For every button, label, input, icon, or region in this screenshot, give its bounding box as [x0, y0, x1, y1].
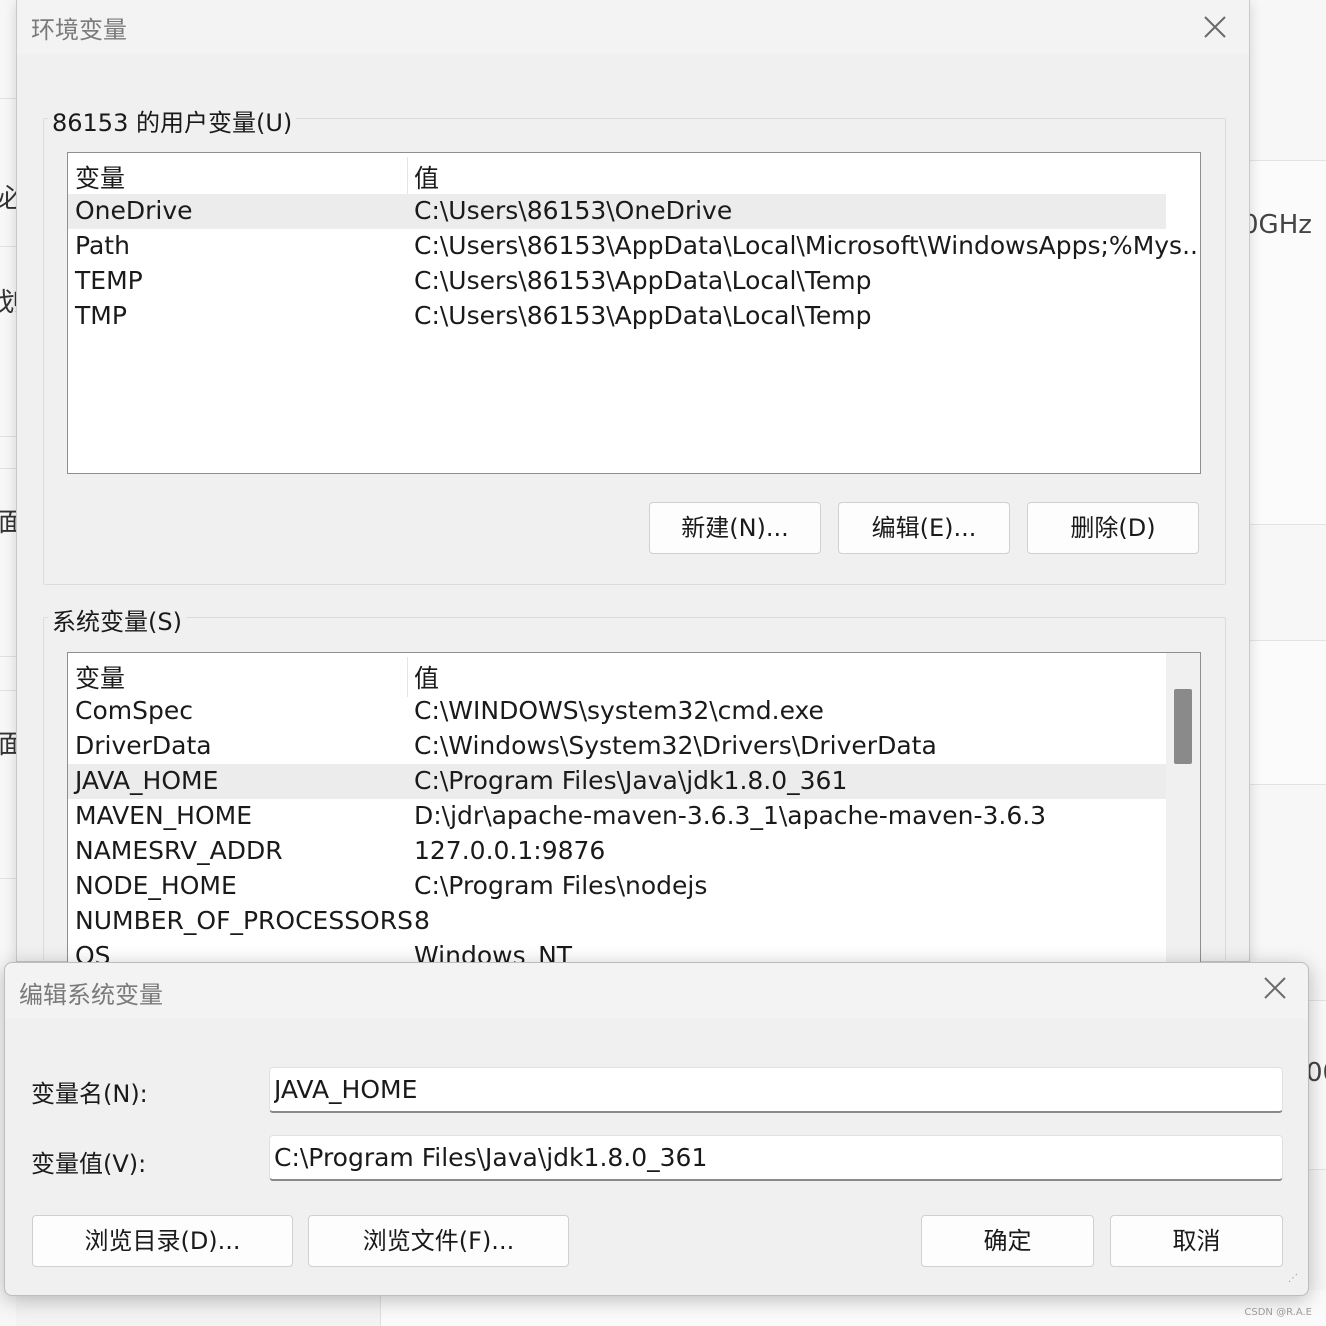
- bg-text-fragment: 必: [0, 184, 16, 214]
- system-variables-list[interactable]: 变量 值 ComSpec C:\WINDOWS\system32\cmd.exe…: [67, 652, 1201, 972]
- ok-button[interactable]: 确定: [921, 1215, 1094, 1267]
- list-header: 变量 值: [68, 157, 1166, 197]
- close-icon: [1204, 16, 1226, 38]
- column-separator: [407, 157, 408, 197]
- dialog-title: 编辑系统变量: [19, 981, 163, 1009]
- browse-directory-button[interactable]: 浏览目录(D)...: [32, 1215, 293, 1267]
- bg-divider: [0, 656, 16, 657]
- bg-text-fragment: 00: [1306, 1058, 1326, 1088]
- close-icon: [1264, 977, 1286, 999]
- table-row[interactable]: DriverData C:\Windows\System32\Drivers\D…: [68, 729, 1166, 764]
- variable-name-label: 变量名(N):: [31, 1080, 148, 1108]
- row-variable-value: 8: [414, 906, 430, 935]
- table-row[interactable]: OneDrive C:\Users\86153\OneDrive: [68, 194, 1166, 229]
- row-variable-value: C:\WINDOWS\system32\cmd.exe: [414, 696, 824, 725]
- system-variables-label: 系统变量(S): [48, 602, 186, 637]
- window-title: 环境变量: [31, 16, 127, 44]
- cancel-button[interactable]: 取消: [1110, 1215, 1283, 1267]
- row-variable-name: NAMESRV_ADDR: [75, 836, 283, 865]
- row-variable-value: C:\Users\86153\AppData\Local\Temp: [414, 301, 872, 330]
- new-user-variable-button[interactable]: 新建(N)...: [649, 502, 821, 554]
- bg-divider: [0, 246, 16, 247]
- table-row[interactable]: NODE_HOME C:\Program Files\nodejs: [68, 869, 1166, 904]
- user-variables-list[interactable]: 变量 值 OneDrive C:\Users\86153\OneDrive Pa…: [67, 152, 1201, 474]
- table-row[interactable]: JAVA_HOME C:\Program Files\Java\jdk1.8.0…: [68, 764, 1166, 799]
- row-variable-name: NODE_HOME: [75, 871, 237, 900]
- row-variable-name: ComSpec: [75, 696, 193, 725]
- row-variable-name: TMP: [75, 301, 127, 330]
- table-row[interactable]: Path C:\Users\86153\AppData\Local\Micros…: [68, 229, 1200, 264]
- table-row[interactable]: MAVEN_HOME D:\jdr\apache-maven-3.6.3_1\a…: [68, 799, 1166, 834]
- vertical-scrollbar[interactable]: [1166, 653, 1200, 971]
- row-variable-value: C:\Users\86153\AppData\Local\Temp: [414, 266, 872, 295]
- row-variable-value: C:\Windows\System32\Drivers\DriverData: [414, 731, 937, 760]
- column-header-value[interactable]: 值: [414, 159, 439, 195]
- close-button[interactable]: [1262, 975, 1288, 1008]
- variable-value-input[interactable]: [269, 1135, 1283, 1181]
- bg-text-fragment: 面: [0, 508, 16, 538]
- column-header-value[interactable]: 值: [414, 659, 439, 695]
- bg-divider: [0, 878, 16, 879]
- row-variable-name: NUMBER_OF_PROCESSORS: [75, 906, 413, 935]
- row-variable-value: 127.0.0.1:9876: [414, 836, 606, 865]
- column-separator: [407, 657, 408, 697]
- user-variables-label: 86153 的用户变量(U): [48, 103, 297, 138]
- row-variable-value: C:\Users\86153\OneDrive: [414, 196, 733, 225]
- row-variable-name: Path: [75, 231, 130, 260]
- bg-divider: [0, 690, 16, 691]
- row-variable-value: C:\Program Files\Java\jdk1.8.0_361: [414, 766, 848, 795]
- table-row[interactable]: NUMBER_OF_PROCESSORS 8: [68, 904, 1166, 939]
- bg-text-fragment: 面: [0, 730, 16, 760]
- delete-user-variable-button[interactable]: 删除(D): [1027, 502, 1199, 554]
- row-variable-name: MAVEN_HOME: [75, 801, 253, 830]
- resize-grip-icon[interactable]: ⋰: [1288, 1274, 1302, 1289]
- close-button[interactable]: [1199, 10, 1231, 42]
- bg-divider: [0, 436, 16, 437]
- variable-name-input[interactable]: [269, 1067, 1283, 1113]
- titlebar: 编辑系统变量: [5, 963, 1308, 1019]
- watermark: CSDN @R.A.E: [1244, 1307, 1312, 1318]
- variable-value-label: 变量值(V):: [31, 1150, 147, 1178]
- edit-user-variable-button[interactable]: 编辑(E)...: [838, 502, 1010, 554]
- row-variable-value: C:\Program Files\nodejs: [414, 871, 708, 900]
- column-header-variable[interactable]: 变量: [75, 659, 125, 695]
- bg-card: [1248, 640, 1326, 785]
- edit-system-variable-dialog: 编辑系统变量 变量名(N): 变量值(V): 浏览目录(D)... 浏览文件(F…: [4, 962, 1309, 1296]
- table-row[interactable]: TEMP C:\Users\86153\AppData\Local\Temp: [68, 264, 1166, 299]
- row-variable-value: C:\Users\86153\AppData\Local\Microsoft\W…: [414, 231, 1201, 260]
- bg-divider: [0, 468, 16, 469]
- environment-variables-dialog: 环境变量 86153 的用户变量(U) 变量 值 OneDrive C:\Use…: [16, 0, 1250, 972]
- browse-file-button[interactable]: 浏览文件(F)...: [308, 1215, 569, 1267]
- bg-divider: [0, 98, 16, 99]
- bg-text-fragment: 0GHz: [1242, 210, 1312, 240]
- row-variable-name: OneDrive: [75, 196, 193, 225]
- row-variable-value: D:\jdr\apache-maven-3.6.3_1\apache-maven…: [414, 801, 1047, 830]
- column-header-variable[interactable]: 变量: [75, 159, 125, 195]
- titlebar: 环境变量: [17, 0, 1249, 54]
- scrollbar-thumb[interactable]: [1174, 689, 1192, 764]
- row-variable-name: TEMP: [75, 266, 143, 295]
- table-row[interactable]: TMP C:\Users\86153\AppData\Local\Temp: [68, 299, 1166, 334]
- row-variable-name: JAVA_HOME: [75, 766, 219, 795]
- table-row[interactable]: NAMESRV_ADDR 127.0.0.1:9876: [68, 834, 1166, 869]
- row-variable-name: DriverData: [75, 731, 212, 760]
- table-row[interactable]: ComSpec C:\WINDOWS\system32\cmd.exe: [68, 694, 1166, 729]
- bg-text-fragment: 划: [0, 288, 16, 318]
- list-header: 变量 值: [68, 657, 1166, 697]
